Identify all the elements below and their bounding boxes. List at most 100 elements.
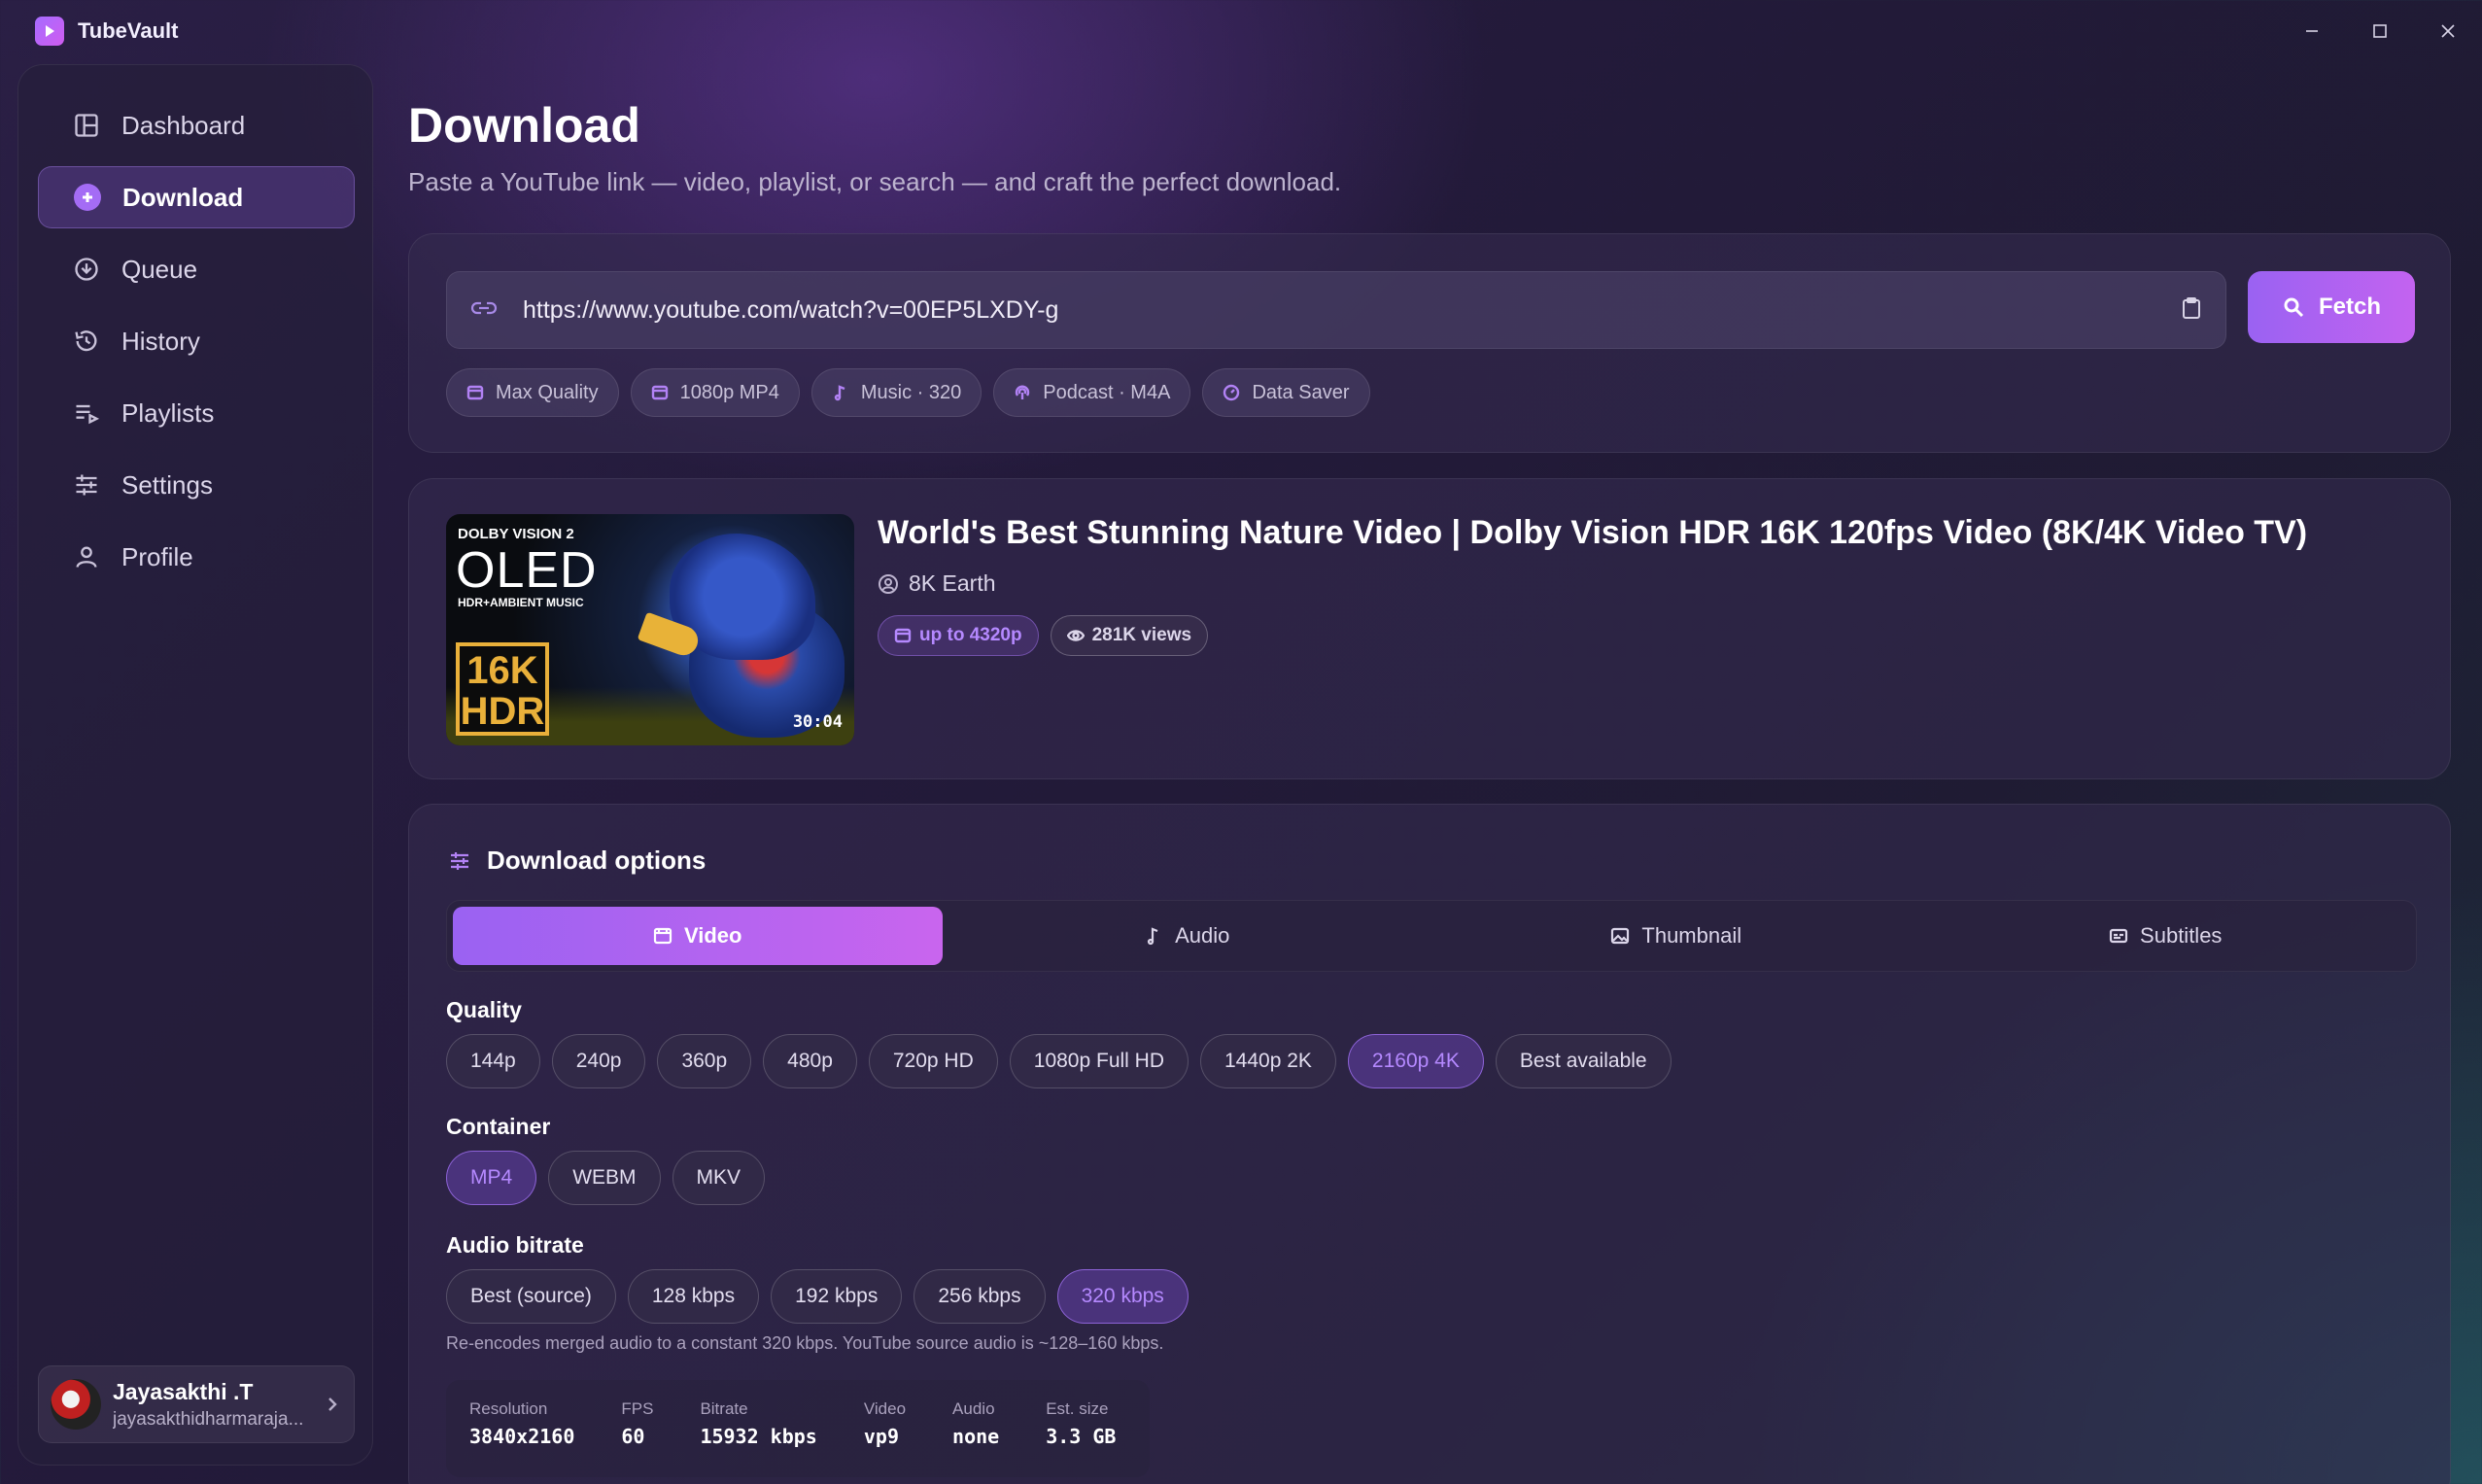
stat-key: FPS [621,1399,654,1418]
preset-music[interactable]: Music · 320 [810,368,982,417]
preset-podcast[interactable]: Podcast · M4A [993,368,1191,417]
url-value: https://www.youtube.com/watch?v=00EP5LXD… [523,295,1059,324]
options-heading-label: Download options [487,846,707,875]
tab-label: Thumbnail [1641,923,1742,948]
stream-stats: Resolution 3840x2160 FPS 60 Bitrate 15932 k… [446,1380,1150,1477]
bitrate-option[interactable]: 192 kbps [771,1269,903,1324]
preset-data-saver[interactable]: Data Saver [1202,368,1370,417]
sidebar-item-label: Settings [121,469,213,500]
quality-option[interactable]: 720p HD [868,1034,998,1088]
tab-label: Video [683,923,742,948]
quality-option[interactable]: 144p [446,1034,540,1088]
quality-badge: up to 4320p [878,615,1039,656]
stat-value: 3840x2160 [469,1425,575,1448]
plus-circle-icon [74,184,101,211]
channel-name[interactable]: 8K Earth [878,570,996,597]
download-options-panel: Download options Video Audio Thumbnail S… [408,804,2451,1484]
quality-option[interactable]: 240p [551,1034,646,1088]
sidebar-item-queue[interactable]: Queue [38,238,355,300]
thumbnail-dolby-text: DOLBY VISION 2 [458,526,574,542]
bitrate-option[interactable]: 256 kbps [914,1269,1046,1324]
quality-option[interactable]: 1080p Full HD [1009,1034,1189,1088]
quality-option[interactable]: 1440p 2K [1200,1034,1336,1088]
stat-est-size: Est. size 3.3 GB [1046,1399,1116,1458]
sidebar-item-label: Queue [121,254,198,284]
container-option-selected[interactable]: MP4 [446,1151,537,1205]
container-chips: MP4 WEBM MKV [446,1151,766,1205]
user-icon [76,546,97,568]
tab-label: Audio [1175,923,1230,948]
stat-bitrate: Bitrate 15932 kbps [700,1399,816,1458]
fetch-button[interactable]: Fetch [2248,271,2415,343]
app-logo-icon [35,17,64,46]
minimize-button[interactable] [2278,0,2346,62]
sidebar-item-playlists[interactable]: Playlists [38,382,355,444]
stat-fps: FPS 60 [621,1399,653,1458]
video-thumbnail[interactable]: DOLBY VISION 2 OLED HDR+AMBIENT MUSIC 16… [446,514,854,745]
tab-audio[interactable]: Audio [943,907,1432,965]
app-title-bar: TubeVault [35,16,179,47]
eye-icon [1066,630,1085,641]
stat-value: 3.3 GB [1046,1425,1117,1448]
container-option[interactable]: WEBM [548,1151,661,1205]
playlist-icon [76,404,100,425]
stat-key: Resolution [469,1399,548,1418]
bitrate-option[interactable]: 128 kbps [627,1269,760,1324]
sliders-icon [451,851,468,870]
gauge-icon [1224,384,1240,401]
thumbnail-oled-text: OLED [456,542,598,599]
profile-card[interactable]: Jayasakthi .T jayasakthidharmaraja... [38,1365,355,1443]
app-name: TubeVault [78,18,179,43]
sidebar-item-label: Dashboard [121,110,246,140]
sidebar-item-history[interactable]: History [38,310,355,372]
preset-label: Data Saver [1252,381,1350,403]
quality-option[interactable]: Best available [1495,1034,1672,1088]
dashboard-icon [75,114,98,137]
sidebar-item-label: Profile [121,541,193,571]
quality-option[interactable]: 360p [657,1034,752,1088]
sidebar: Dashboard Download Queue History Playlis… [17,64,373,1466]
music-note-icon [1148,927,1158,946]
sidebar-item-profile[interactable]: Profile [38,526,355,588]
stat-key: Audio [952,1399,995,1418]
tab-thumbnail[interactable]: Thumbnail [1431,907,1921,965]
quality-badge-label: up to 4320p [919,625,1022,645]
url-input[interactable]: https://www.youtube.com/watch?v=00EP5LXD… [446,271,2226,349]
sliders-icon [76,474,97,496]
url-panel: https://www.youtube.com/watch?v=00EP5LXD… [408,233,2451,453]
preset-1080p-mp4[interactable]: 1080p MP4 [630,368,800,417]
preset-label: Music · 320 [860,381,962,403]
search-icon [2284,297,2304,318]
preset-label: Max Quality [496,381,599,403]
bitrate-chips: Best (source) 128 kbps 192 kbps 256 kbps… [446,1269,1189,1324]
queue-icon [75,258,98,281]
history-icon [75,330,97,352]
container-option[interactable]: MKV [672,1151,766,1205]
window-controls [2278,0,2482,62]
film-icon [894,628,912,643]
maximize-icon [2373,24,2387,38]
sidebar-item-settings[interactable]: Settings [38,454,355,516]
chevron-right-icon [328,1398,337,1411]
sidebar-item-download[interactable]: Download [38,166,355,228]
quality-option-selected[interactable]: 2160p 4K [1347,1034,1484,1088]
tab-subtitles[interactable]: Subtitles [1921,907,2411,965]
page-subtitle: Paste a YouTube link — video, playlist, … [408,167,1342,196]
sidebar-item-label: History [121,326,200,356]
tab-video[interactable]: Video [453,907,943,965]
bitrate-option[interactable]: Best (source) [446,1269,616,1324]
options-heading: Download options [448,846,706,876]
quality-option[interactable]: 480p [763,1034,857,1088]
close-button[interactable] [2414,0,2482,62]
stat-key: Bitrate [700,1399,748,1418]
image-icon [1611,927,1630,945]
thumbnail-tagline: HDR+AMBIENT MUSIC [458,596,584,609]
preset-max-quality[interactable]: Max Quality [446,368,619,417]
paste-button[interactable] [2179,295,2204,326]
profile-email: jayasakthidharmaraja... [113,1408,304,1430]
sidebar-item-dashboard[interactable]: Dashboard [38,94,355,156]
stat-resolution: Resolution 3840x2160 [469,1399,574,1458]
maximize-button[interactable] [2346,0,2414,62]
clipboard-icon [2183,296,2200,319]
bitrate-option-selected[interactable]: 320 kbps [1056,1269,1189,1324]
